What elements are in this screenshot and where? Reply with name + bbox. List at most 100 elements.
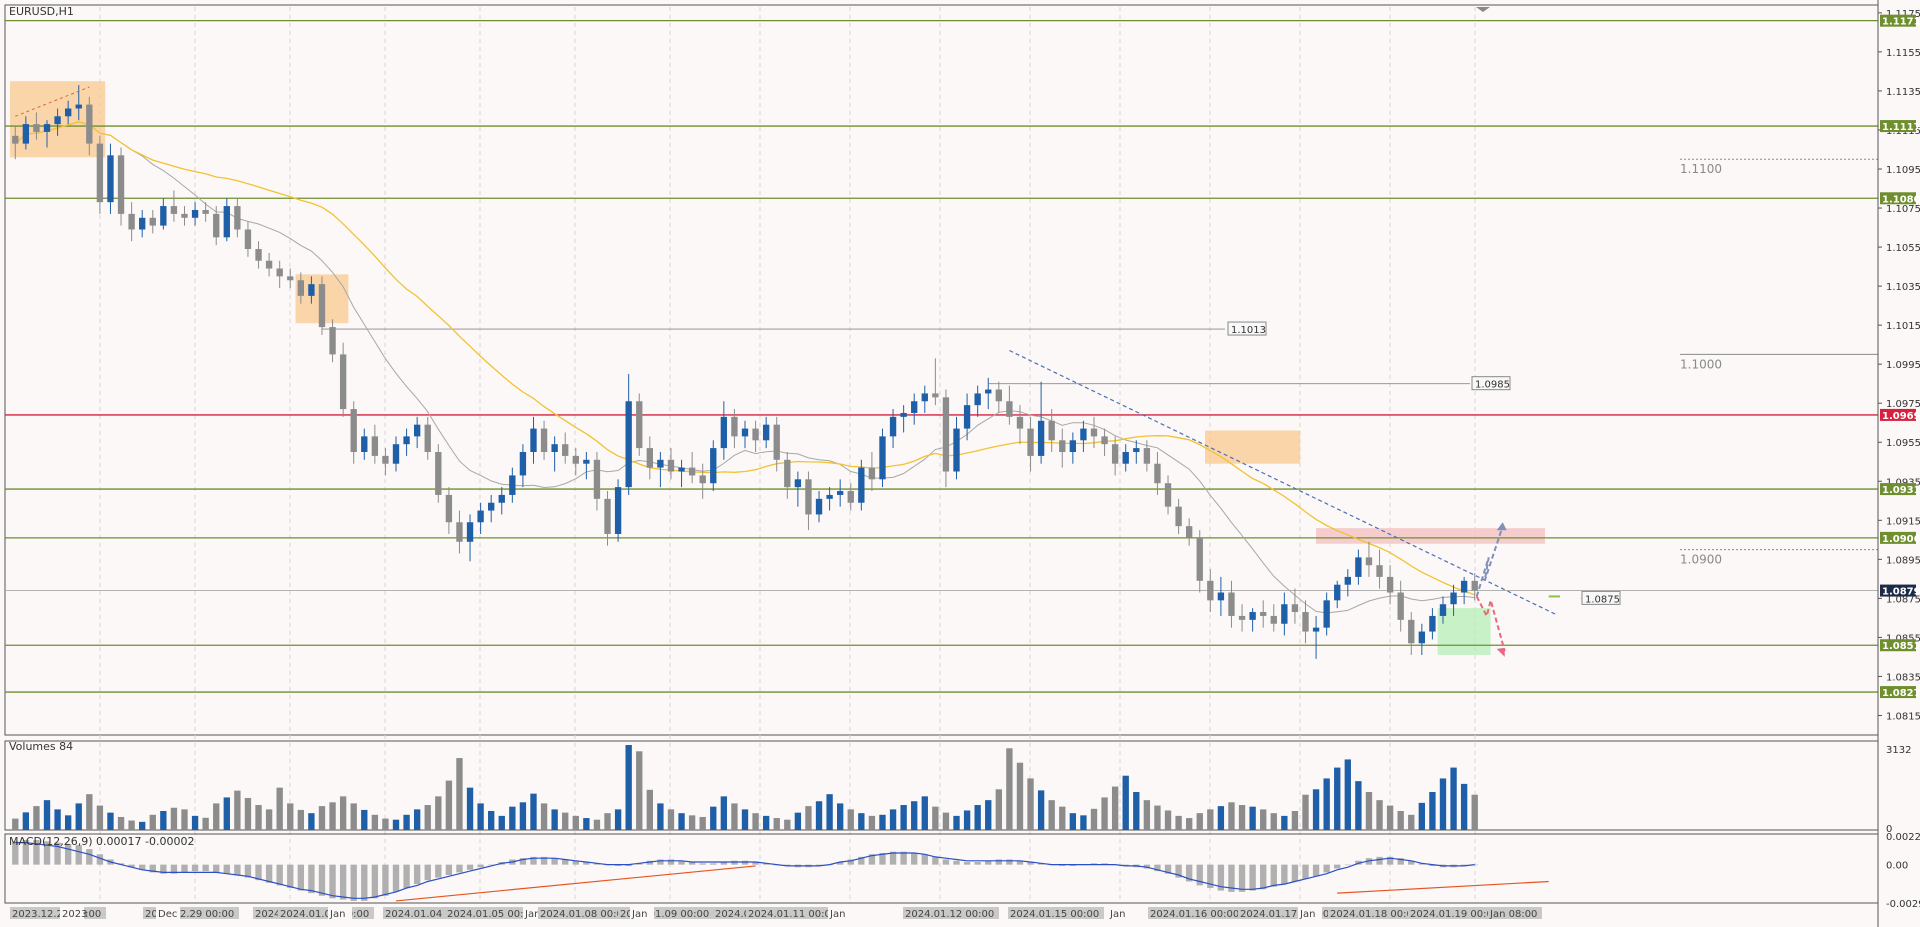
volume-bar — [54, 809, 61, 830]
volume-bar — [858, 813, 865, 830]
note-label: 1.0985 — [1475, 380, 1510, 391]
volume-bar — [1376, 800, 1383, 830]
candle-body — [1006, 401, 1013, 417]
volume-bar — [1122, 775, 1129, 830]
candle-body — [1059, 440, 1066, 452]
volume-bar — [413, 809, 421, 830]
level-label: 1.0827 — [1882, 688, 1920, 699]
volume-bar — [22, 812, 30, 830]
volume-bar — [86, 794, 93, 830]
candle-body — [213, 213, 220, 238]
volume-bar — [244, 797, 252, 830]
time-tick-label: Jan — [1299, 909, 1315, 920]
macd-histogram-bar — [445, 864, 453, 876]
volume-bar — [794, 812, 802, 830]
candle-body — [234, 206, 241, 230]
volume-bar — [784, 819, 791, 830]
candle-body — [1027, 428, 1034, 456]
price-tick-label: 1.1075 — [1886, 204, 1920, 215]
candle-body — [466, 522, 474, 542]
macd-histogram-bar — [1376, 856, 1383, 865]
volume-bar — [636, 751, 643, 830]
candle-body — [879, 436, 886, 480]
candle-body — [805, 479, 812, 515]
volume-bar — [731, 803, 738, 830]
macd-histogram-bar — [963, 862, 971, 865]
candlestick-chart: 1.11751.11551.11351.11151.10951.10751.10… — [0, 0, 1920, 927]
volume-bar — [1270, 813, 1277, 830]
volume-bar — [678, 813, 685, 830]
candle-body — [1323, 600, 1330, 628]
background — [0, 0, 1920, 927]
volume-bar — [667, 809, 675, 830]
volume-bar — [75, 803, 82, 830]
time-tick-label: 2024.01.15 00:00 — [1010, 909, 1099, 920]
candle-body — [1460, 580, 1468, 593]
volume-bar — [1344, 759, 1351, 830]
candle-body — [308, 284, 315, 296]
candle-body — [1418, 631, 1426, 644]
candle-body — [498, 494, 505, 503]
candle-body — [794, 479, 802, 488]
price-tick-label: 1.1155 — [1886, 48, 1920, 59]
macd-histogram-bar — [911, 852, 918, 865]
candle-body — [255, 249, 262, 261]
chart-title: EURUSD,H1 — [9, 5, 74, 18]
volume-bar — [287, 803, 294, 830]
current-price-label: 1.0879 — [1882, 587, 1920, 598]
volume-bar — [424, 805, 431, 830]
candle-body — [392, 444, 400, 464]
volume-bar — [1069, 813, 1077, 830]
candle-body — [1312, 627, 1320, 632]
volume-bar — [339, 796, 347, 830]
volume-bar — [456, 758, 463, 830]
candle-body — [350, 409, 357, 452]
macd-histogram-bar — [213, 864, 220, 873]
macd-histogram-bar — [392, 864, 400, 892]
price-tick-label: 1.0835 — [1886, 672, 1920, 683]
candle-body — [900, 412, 907, 417]
volume-bar — [688, 815, 696, 830]
volume-bar — [509, 806, 516, 830]
time-tick-label: Jan — [631, 909, 647, 920]
volume-bar — [657, 803, 664, 830]
candle-body — [318, 284, 326, 328]
volume-bar — [1111, 786, 1119, 830]
candle-body — [1281, 604, 1288, 624]
volume-bar — [752, 813, 759, 830]
candle-body — [181, 213, 188, 218]
price-tick-label: 1.0975 — [1886, 399, 1920, 410]
candle-body — [445, 494, 453, 523]
macd-tick-label: 0.00221 — [1886, 832, 1920, 843]
candle-body — [128, 213, 135, 230]
volume-bar — [1281, 815, 1288, 830]
candle-body — [1154, 463, 1161, 484]
macd-histogram-bar — [287, 864, 294, 888]
candle-body — [86, 104, 93, 144]
volume-bar — [995, 789, 1002, 830]
candle-body — [297, 280, 304, 296]
candle-body — [625, 401, 632, 488]
candle-body — [572, 455, 579, 464]
macd-histogram-bar — [297, 864, 304, 891]
note-label: 1.1013 — [1231, 325, 1266, 336]
candle-body — [953, 428, 960, 472]
volume-bar — [12, 818, 19, 830]
volume-bar — [202, 817, 209, 830]
volume-bar — [911, 801, 918, 830]
macd-histogram-bar — [1323, 864, 1330, 873]
volume-bar — [879, 814, 886, 830]
macd-histogram-bar — [276, 864, 283, 886]
candle-body — [456, 522, 463, 542]
candle-body — [741, 428, 749, 437]
candle-body — [657, 459, 664, 468]
volume-bar — [265, 809, 273, 830]
macd-histogram-bar — [371, 864, 379, 899]
volume-bar — [276, 787, 283, 830]
candle-body — [784, 459, 791, 488]
volume-bar — [1429, 792, 1436, 830]
level-label: 1.0931 — [1882, 485, 1920, 496]
candle-body — [265, 260, 273, 269]
candle-body — [1291, 604, 1299, 613]
candle-body — [1471, 580, 1478, 591]
